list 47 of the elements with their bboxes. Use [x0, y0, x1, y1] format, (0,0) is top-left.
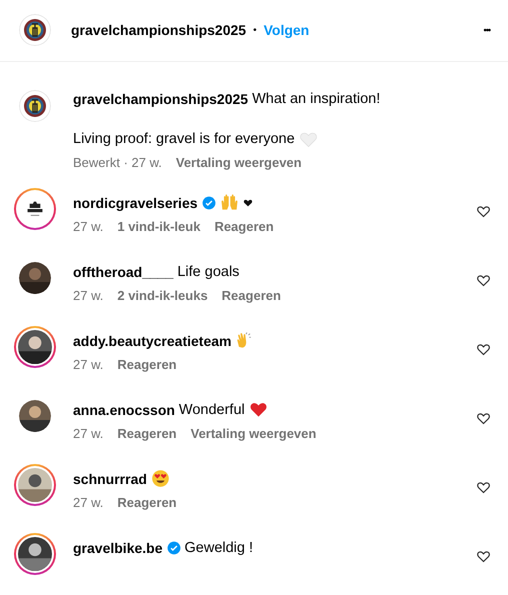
reply-button[interactable]: Reageren: [214, 219, 274, 234]
like-icon[interactable]: [476, 273, 491, 288]
comment-text: What an inspiration!: [252, 91, 380, 108]
username[interactable]: gravelbike.be: [73, 540, 162, 556]
edited-time: Bewerkt · 27 w.: [73, 154, 162, 170]
username[interactable]: addy.beautycreatieteam: [73, 332, 232, 349]
username[interactable]: nordicgravelseries: [73, 194, 198, 211]
story-ring[interactable]: [14, 464, 56, 506]
comment-time: 27 w.: [73, 426, 104, 442]
separator: •: [253, 24, 257, 36]
like-icon[interactable]: [476, 204, 491, 220]
heart-icon: [248, 400, 268, 420]
comment-time: 27 w.: [73, 357, 104, 372]
story-ring[interactable]: [14, 326, 56, 368]
comment-time: 27 w.: [73, 495, 104, 510]
like-icon[interactable]: [476, 411, 491, 426]
translation-link[interactable]: Vertaling weergeven: [176, 154, 302, 170]
comment-time: 27 w.: [73, 288, 104, 304]
comment-time: 27 w.: [73, 219, 104, 234]
like-icon[interactable]: [476, 480, 491, 496]
like-icon[interactable]: [476, 342, 491, 358]
username[interactable]: gravelchampionships2025: [71, 22, 246, 38]
heart-eyes-icon: [150, 469, 170, 488]
comment-text: Geweldig !: [184, 540, 254, 556]
likes-link[interactable]: 1 vind-ik-leuk: [117, 219, 200, 234]
username[interactable]: offtheroad____: [73, 264, 174, 280]
heart-icon: [242, 198, 253, 208]
comment-text: Wonderful: [178, 402, 245, 418]
logo-icon: [19, 90, 51, 122]
username[interactable]: anna.enocsson: [73, 402, 175, 418]
logo-icon: [19, 14, 51, 46]
reply-button[interactable]: Reageren: [117, 357, 177, 372]
follow-button[interactable]: Volgen: [264, 22, 310, 38]
username[interactable]: schnurrrad: [73, 470, 147, 487]
like-icon[interactable]: [476, 549, 491, 564]
comment-text: Life goals: [177, 264, 240, 280]
reply-button[interactable]: Reageren: [117, 495, 177, 510]
story-ring[interactable]: [14, 188, 56, 230]
raised-hands-icon: [220, 193, 239, 212]
more-button[interactable]: •••: [484, 25, 490, 36]
story-ring[interactable]: [14, 533, 56, 576]
username[interactable]: gravelchampionships2025: [73, 91, 248, 108]
comment-text: Living proof: gravel is for everyone: [73, 131, 295, 148]
likes-link[interactable]: 2 vind-ik-leuks: [117, 288, 208, 304]
reply-button[interactable]: Reageren: [222, 288, 281, 304]
reply-button[interactable]: Reageren: [117, 426, 177, 442]
translation-link[interactable]: Vertaling weergeven: [190, 426, 316, 442]
